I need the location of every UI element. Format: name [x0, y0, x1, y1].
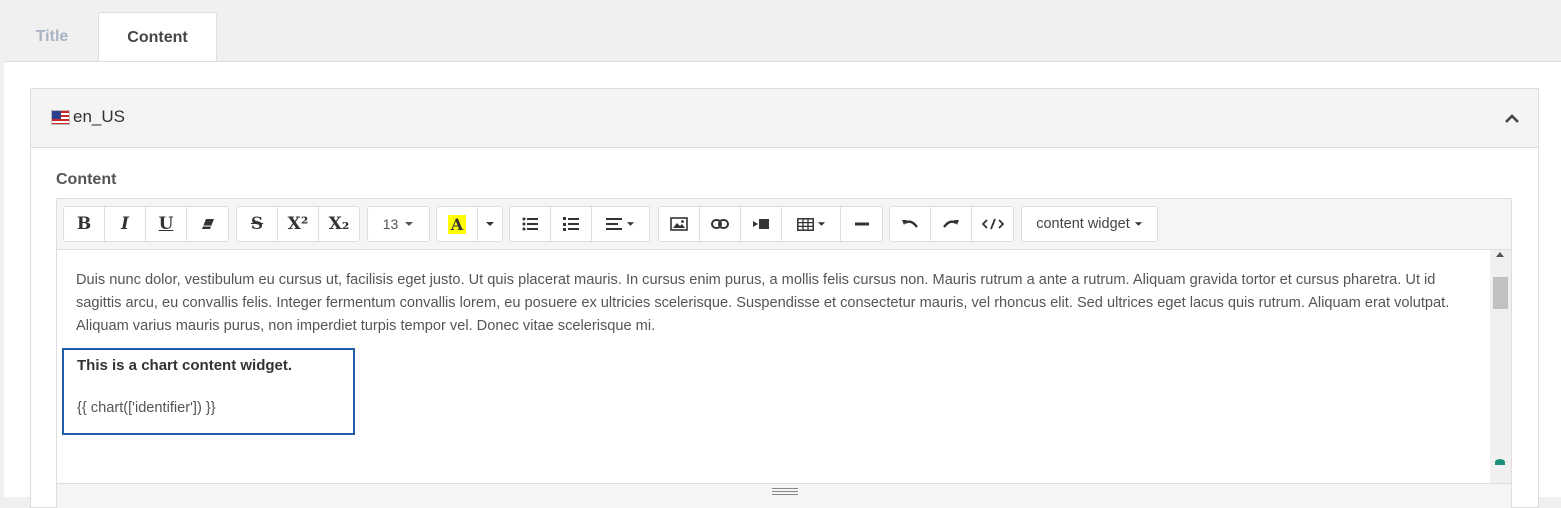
bulleted-list-button[interactable]	[509, 206, 551, 242]
insert-image-button[interactable]	[658, 206, 700, 242]
insert-table-dropdown[interactable]	[781, 206, 841, 242]
tab-content[interactable]: Content	[98, 12, 217, 63]
strikethrough-icon: S	[250, 214, 264, 234]
link-icon	[711, 219, 729, 229]
image-icon	[670, 217, 688, 231]
caret-down-icon	[626, 222, 635, 226]
italic-icon: I	[121, 214, 129, 234]
resize-handle-icon[interactable]	[772, 488, 798, 495]
undo-button[interactable]	[889, 206, 931, 242]
editor-content-area[interactable]: Duis nunc dolor, vestibulum eu cursus ut…	[57, 250, 1490, 483]
strikethrough-button[interactable]: S	[236, 206, 278, 242]
us-flag-icon	[51, 110, 70, 125]
editor-paragraph[interactable]: Duis nunc dolor, vestibulum eu cursus ut…	[76, 269, 1476, 338]
clear-format-button[interactable]	[186, 206, 229, 242]
numbered-list-icon	[563, 217, 579, 231]
bold-button[interactable]: B	[63, 206, 105, 242]
widget-title: This is a chart content widget.	[77, 357, 293, 374]
bulleted-list-icon	[522, 217, 538, 231]
chart-content-widget[interactable]: This is a chart content widget. {{ chart…	[62, 348, 355, 435]
caret-down-icon	[486, 222, 494, 226]
align-left-icon	[606, 218, 622, 230]
video-icon	[753, 219, 769, 229]
redo-button[interactable]	[930, 206, 972, 242]
widget-code: {{ chart(['identifier']) }}	[77, 400, 216, 416]
scrollbar-thumb[interactable]	[1493, 277, 1508, 309]
locale-panel: en_US Content B I U S X² X₂ 13 A content…	[30, 88, 1539, 508]
highlight-color-dropdown[interactable]	[477, 206, 503, 242]
italic-button[interactable]: I	[104, 206, 146, 242]
tab-title[interactable]: Title	[4, 12, 100, 62]
eraser-icon	[201, 219, 214, 229]
scroll-up-icon[interactable]	[1496, 252, 1504, 257]
content-widget-dropdown[interactable]: content widget	[1021, 206, 1158, 242]
numbered-list-button[interactable]	[550, 206, 592, 242]
underline-icon: U	[158, 214, 174, 234]
horizontal-rule-button[interactable]	[840, 206, 883, 242]
chevron-up-icon[interactable]	[1504, 111, 1520, 127]
caret-down-icon	[405, 222, 414, 226]
horizontal-rule-icon	[854, 222, 869, 226]
code-icon	[981, 218, 1004, 230]
caret-down-icon	[817, 222, 825, 226]
insert-video-button[interactable]	[740, 206, 782, 242]
highlight-button[interactable]: A	[436, 206, 478, 242]
superscript-button[interactable]: X²	[277, 206, 319, 242]
font-size-dropdown[interactable]: 13	[367, 206, 430, 242]
insert-link-button[interactable]	[699, 206, 741, 242]
table-icon	[796, 217, 814, 231]
subscript-icon: X₂	[328, 214, 350, 234]
underline-button[interactable]: U	[145, 206, 187, 242]
editor-toolbar: B I U S X² X₂ 13 A content widget	[57, 199, 1511, 250]
align-dropdown[interactable]	[591, 206, 650, 242]
tab-bar: Title Content	[0, 0, 1561, 63]
content-widget-label: content widget	[1036, 216, 1130, 232]
undo-icon	[902, 220, 918, 228]
subscript-button[interactable]: X₂	[318, 206, 360, 242]
code-view-button[interactable]	[971, 206, 1014, 242]
editor-resize-bar[interactable]	[57, 483, 1511, 508]
editor-scrollbar[interactable]	[1490, 250, 1511, 483]
grammar-check-icon[interactable]	[1495, 459, 1505, 465]
superscript-icon: X²	[287, 214, 309, 234]
rich-text-editor: B I U S X² X₂ 13 A content widget Duis n…	[56, 198, 1512, 508]
highlight-icon: A	[447, 214, 467, 234]
tab-panel: en_US Content B I U S X² X₂ 13 A content…	[4, 61, 1561, 508]
bold-icon: B	[76, 214, 92, 234]
content-field-label: Content	[56, 171, 117, 188]
locale-label: en_US	[73, 107, 125, 126]
font-size-value: 13	[382, 216, 399, 232]
caret-down-icon	[1134, 222, 1142, 226]
locale-panel-header[interactable]: en_US	[31, 89, 1538, 148]
redo-icon	[943, 220, 959, 228]
